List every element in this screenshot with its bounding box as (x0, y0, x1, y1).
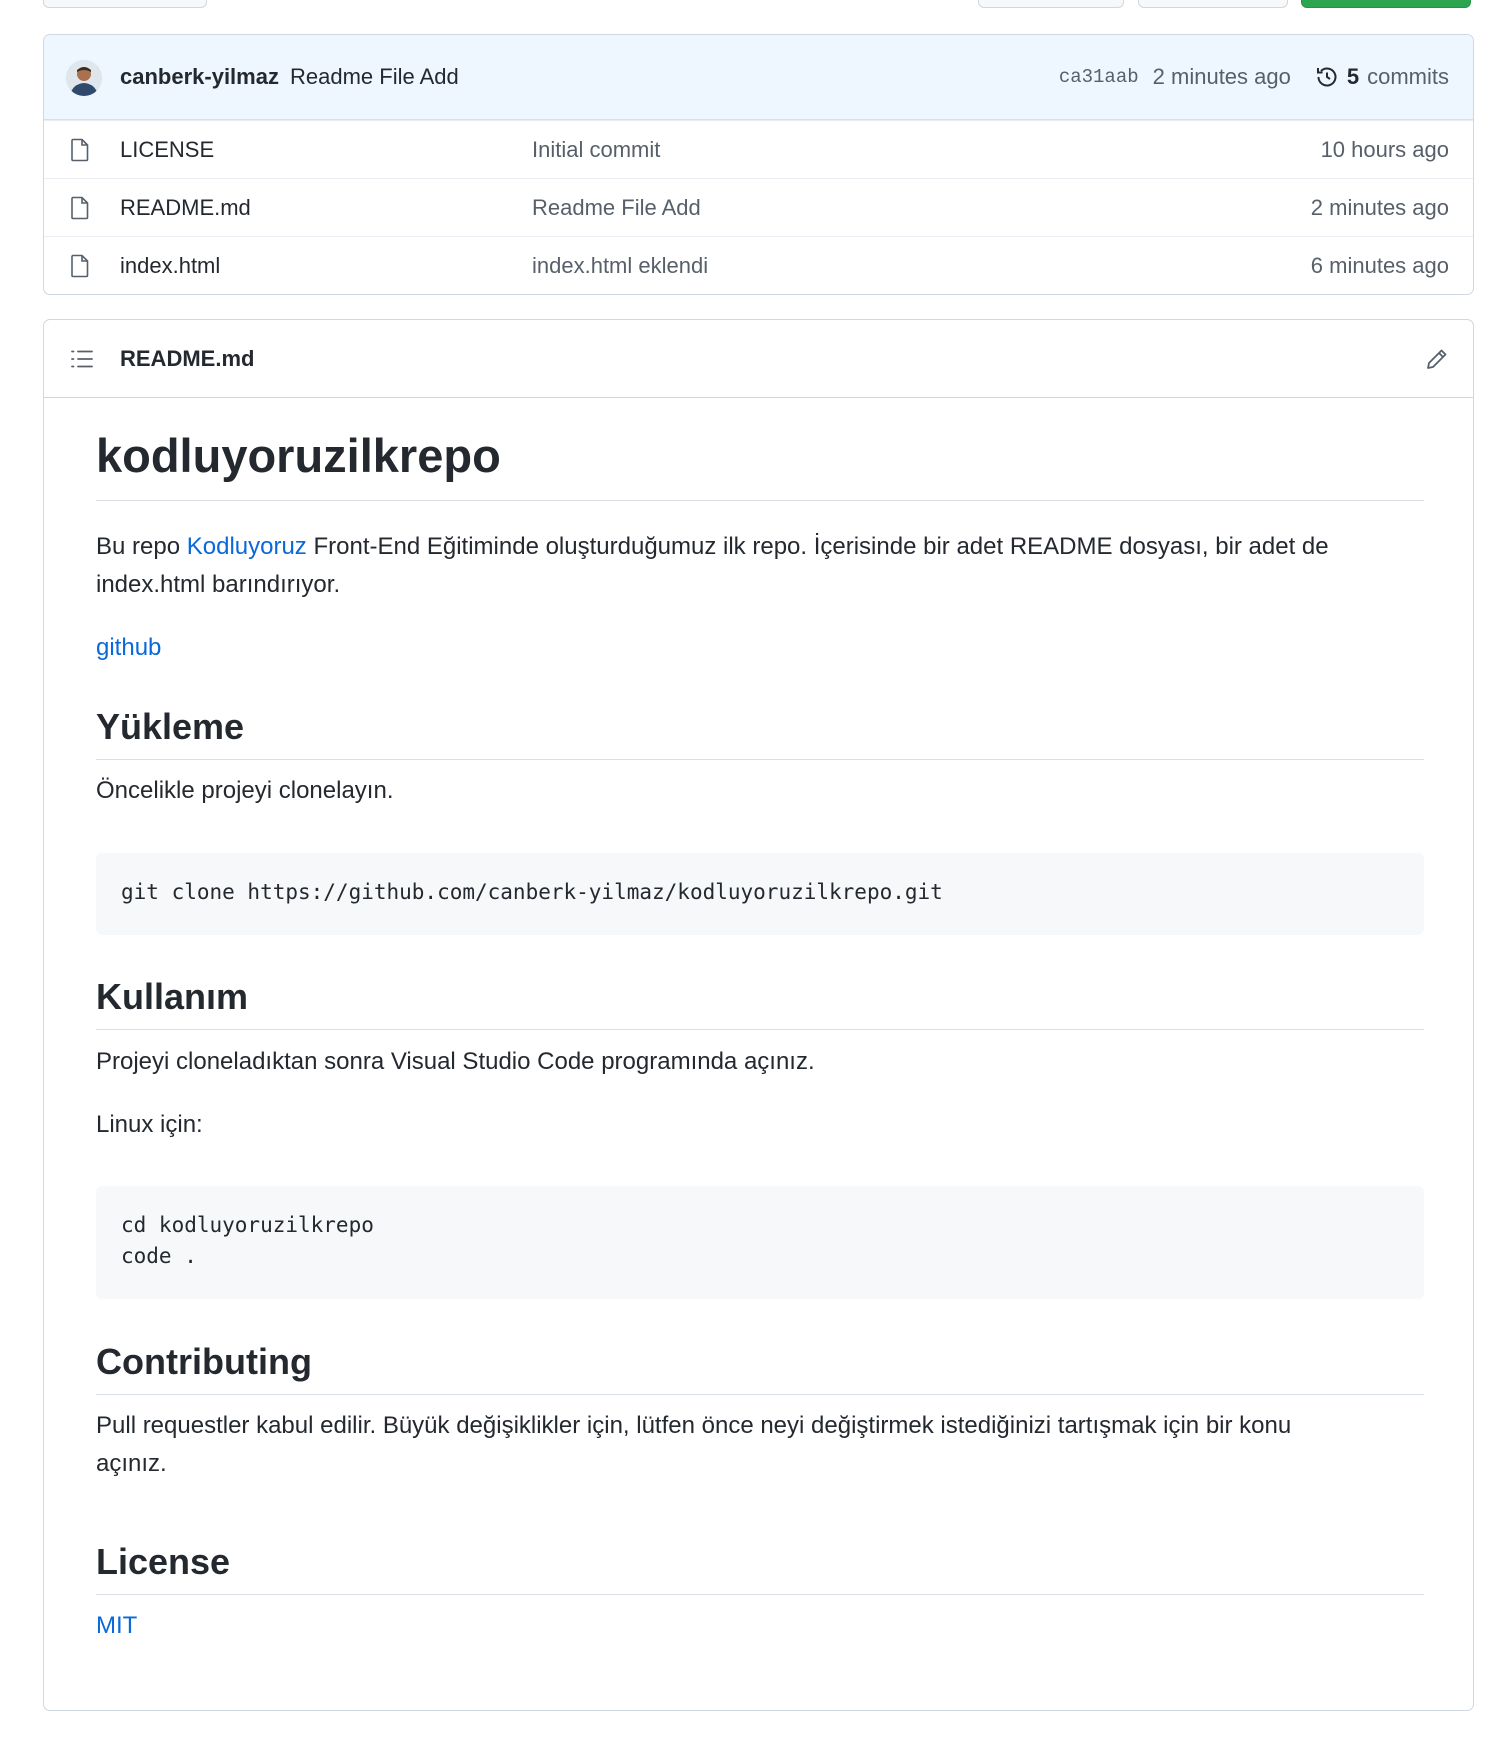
install-heading: Yükleme (96, 704, 1424, 760)
install-text: Öncelikle projeyi clonelayın. (96, 777, 394, 804)
file-age: 10 hours ago (1320, 136, 1449, 162)
file-age: 6 minutes ago (1310, 252, 1449, 278)
file-icon (70, 254, 90, 283)
avatar[interactable] (66, 60, 102, 96)
code-button[interactable] (1301, 0, 1471, 8)
intro-paragraph: Bu repo Kodluyoruz Front-End Eğitiminde … (96, 528, 1424, 604)
file-name-link[interactable]: index.html (120, 253, 220, 279)
history-icon (1316, 67, 1337, 87)
latest-commit-bar: canberk-yilmaz Readme File Add ca31aab 2… (44, 35, 1473, 120)
commit-sha-link[interactable]: ca31aab (1059, 66, 1139, 88)
pencil-icon[interactable] (1425, 347, 1449, 376)
commit-author-link[interactable]: canberk-yilmaz (120, 64, 279, 90)
readme-box: README.md kodluyoruzilkrepo Bu repo Kodl… (43, 319, 1474, 1711)
commits-label: commits (1367, 64, 1449, 89)
intro-text-start: Bu repo (96, 533, 187, 560)
commit-message-link[interactable]: Readme File Add (290, 64, 459, 90)
file-icon (70, 138, 90, 167)
license-heading: License (96, 1539, 1424, 1595)
file-row-license[interactable]: LICENSE Initial commit 10 hours ago (44, 120, 1473, 178)
contributing-line1: Pull requestler kabul edilir. Büyük deği… (96, 1412, 1292, 1439)
github-paragraph: github (96, 629, 1424, 667)
contributing-text: Pull requestler kabul edilir. Büyük deği… (96, 1407, 1424, 1483)
file-row-index[interactable]: index.html index.html eklendi 6 minutes … (44, 236, 1473, 294)
go-to-file-button[interactable] (978, 0, 1124, 8)
commit-time: 2 minutes ago (1152, 64, 1291, 89)
kodluyoruz-link[interactable]: Kodluyoruz (187, 533, 307, 560)
mit-license-link[interactable]: MIT (96, 1612, 137, 1639)
contributing-heading: Contributing (96, 1339, 1424, 1395)
install-code-block[interactable]: git clone https://github.com/canberk-yil… (96, 853, 1424, 935)
file-commit-link[interactable]: index.html eklendi (532, 253, 708, 279)
add-file-button[interactable] (1138, 0, 1288, 8)
file-icon (70, 196, 90, 225)
license-paragraph: MIT (96, 1607, 1424, 1645)
file-row-readme[interactable]: README.md Readme File Add 2 minutes ago (44, 178, 1473, 236)
commits-count: 5 (1346, 64, 1360, 89)
github-link[interactable]: github (96, 634, 161, 661)
branch-button[interactable] (43, 0, 207, 8)
contributing-line2: açınız. (96, 1450, 167, 1477)
commit-meta: ca31aab 2 minutes ago 5 commits (1059, 64, 1449, 90)
table-of-contents-icon[interactable] (70, 347, 94, 376)
usage-text: Projeyi cloneladıktan sonra Visual Studi… (96, 1048, 815, 1075)
readme-heading: kodluyoruzilkrepo (96, 426, 1424, 501)
linux-text: Linux için: (96, 1111, 203, 1138)
file-commit-link[interactable]: Readme File Add (532, 195, 701, 221)
file-name-link[interactable]: LICENSE (120, 137, 214, 163)
file-age: 2 minutes ago (1310, 194, 1449, 220)
commits-history-link[interactable]: 5 commits (1315, 64, 1449, 90)
file-name-link[interactable]: README.md (120, 195, 251, 221)
code-line: cd kodluyoruzilkrepo (121, 1213, 374, 1237)
file-commit-link[interactable]: Initial commit (532, 137, 660, 163)
intro-text-line2: index.html barındırıyor. (96, 571, 341, 598)
usage-code-block[interactable]: cd kodluyoruzilkrepo code . (96, 1186, 1424, 1299)
usage-heading: Kullanım (96, 974, 1424, 1030)
readme-header: README.md (44, 320, 1473, 398)
readme-file-title: README.md (120, 345, 255, 371)
intro-text-end: Front-End Eğitiminde oluşturduğumuz ilk … (306, 533, 1329, 560)
code-line: code . (121, 1244, 197, 1268)
file-list-box: canberk-yilmaz Readme File Add ca31aab 2… (43, 34, 1474, 295)
